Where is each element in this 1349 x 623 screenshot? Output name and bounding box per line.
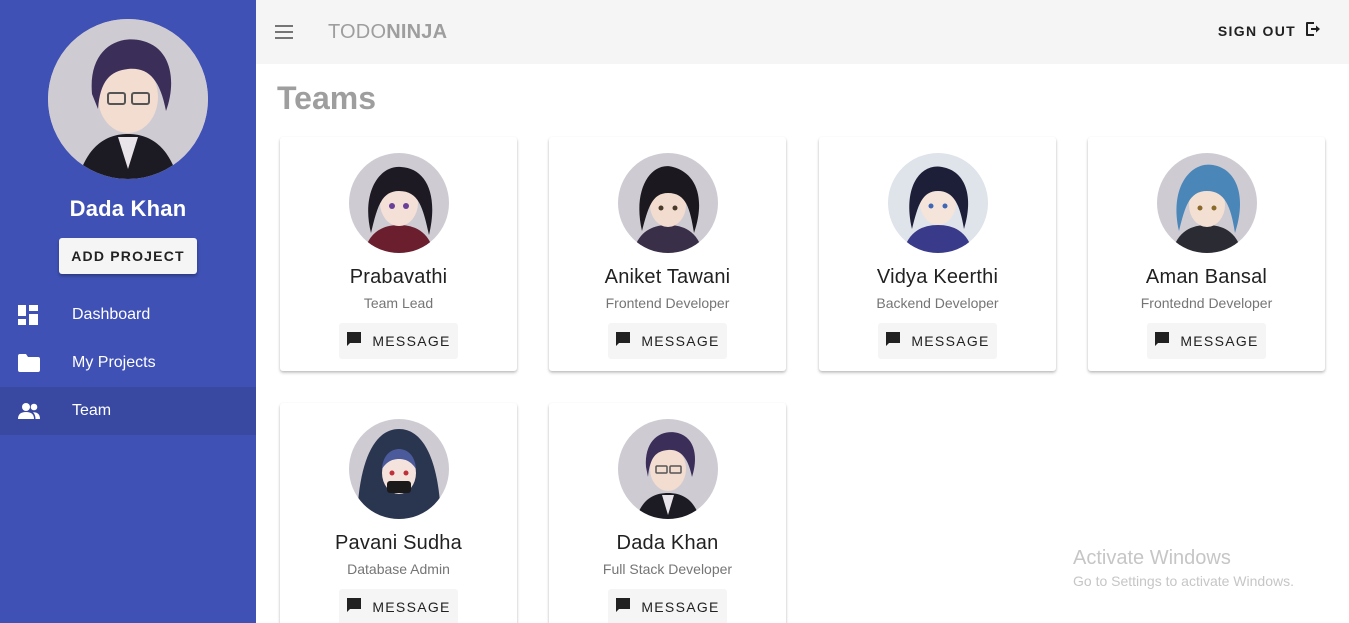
message-icon (1154, 331, 1170, 352)
team-card: Dada Khan Full Stack Developer MESSAGE (549, 403, 786, 623)
sidebar-item-label: Dashboard (72, 306, 151, 323)
member-name: Dada Khan (616, 532, 719, 554)
team-card: Pavani Sudha Database Admin MESSAGE (280, 403, 517, 623)
team-card: Aman Bansal Frontednd Developer MESSAGE (1088, 137, 1325, 371)
people-icon (0, 403, 72, 419)
member-name: Aman Bansal (1145, 266, 1268, 288)
member-name: Vidya Keerthi (876, 266, 999, 288)
member-name: Pavani Sudha (335, 532, 462, 554)
avatar (617, 153, 718, 253)
sidebar-item-dashboard[interactable]: Dashboard (0, 291, 256, 339)
message-label: MESSAGE (372, 333, 451, 349)
avatar (617, 419, 718, 519)
avatar (348, 153, 449, 253)
nav-list: Dashboard My Projects Team (0, 291, 256, 435)
watermark-subtitle: Go to Settings to activate Windows. (1073, 573, 1294, 589)
message-button[interactable]: MESSAGE (339, 589, 458, 623)
avatar (887, 153, 988, 253)
add-project-button[interactable]: ADD PROJECT (59, 238, 197, 274)
sidebar-item-label: Team (72, 402, 112, 419)
message-label: MESSAGE (911, 333, 990, 349)
message-icon (346, 597, 362, 618)
exit-icon (1305, 21, 1321, 40)
member-name: Prabavathi (349, 266, 448, 288)
dashboard-icon (0, 305, 72, 325)
sidebar-item-label: My Projects (72, 354, 156, 371)
sidebar-item-my-projects[interactable]: My Projects (0, 339, 256, 387)
avatar (48, 19, 208, 179)
member-name: Aniket Tawani (604, 266, 731, 288)
folder-icon (0, 354, 72, 372)
message-button[interactable]: MESSAGE (339, 323, 458, 359)
navigation-drawer: Dada Khan ADD PROJECT Dashboard My Proje… (0, 0, 256, 623)
profile-section: Dada Khan ADD PROJECT (0, 0, 256, 274)
member-role: Backend Developer (876, 295, 999, 311)
sidebar-item-team[interactable]: Team (0, 387, 256, 435)
watermark-title: Activate Windows (1073, 547, 1231, 569)
page-title: Teams (277, 80, 377, 116)
brand-part-2: NINJA (386, 21, 448, 43)
brand-part-1: TODO (328, 21, 387, 43)
message-icon (885, 331, 901, 352)
member-role: Team Lead (363, 295, 434, 311)
app-title: TODONINJA (328, 21, 447, 44)
profile-name: Dada Khan (69, 196, 187, 221)
message-icon (615, 597, 631, 618)
message-label: MESSAGE (641, 333, 720, 349)
message-button[interactable]: MESSAGE (608, 323, 727, 359)
sign-out-label: SIGN OUT (1217, 22, 1296, 39)
message-icon (615, 331, 631, 352)
team-card: Vidya Keerthi Backend Developer MESSAGE (819, 137, 1056, 371)
member-role: Database Admin (347, 561, 450, 577)
message-label: MESSAGE (372, 599, 451, 615)
message-label: MESSAGE (1180, 333, 1259, 349)
team-card: Prabavathi Team Lead MESSAGE (280, 137, 517, 371)
top-toolbar: TODONINJA SIGN OUT (256, 0, 1349, 64)
activation-watermark: Activate Windows Go to Settings to activ… (1073, 547, 1294, 589)
sign-out-button[interactable]: SIGN OUT (1218, 21, 1321, 40)
member-role: Full Stack Developer (602, 561, 733, 577)
message-button[interactable]: MESSAGE (1147, 323, 1266, 359)
menu-icon[interactable] (274, 22, 294, 42)
member-role: Frontend Developer (605, 295, 730, 311)
team-card: Aniket Tawani Frontend Developer MESSAGE (549, 137, 786, 371)
message-button[interactable]: MESSAGE (878, 323, 997, 359)
avatar (1156, 153, 1257, 253)
avatar (348, 419, 449, 519)
message-button[interactable]: MESSAGE (608, 589, 727, 623)
message-label: MESSAGE (641, 599, 720, 615)
member-role: Frontednd Developer (1140, 295, 1273, 311)
message-icon (346, 331, 362, 352)
